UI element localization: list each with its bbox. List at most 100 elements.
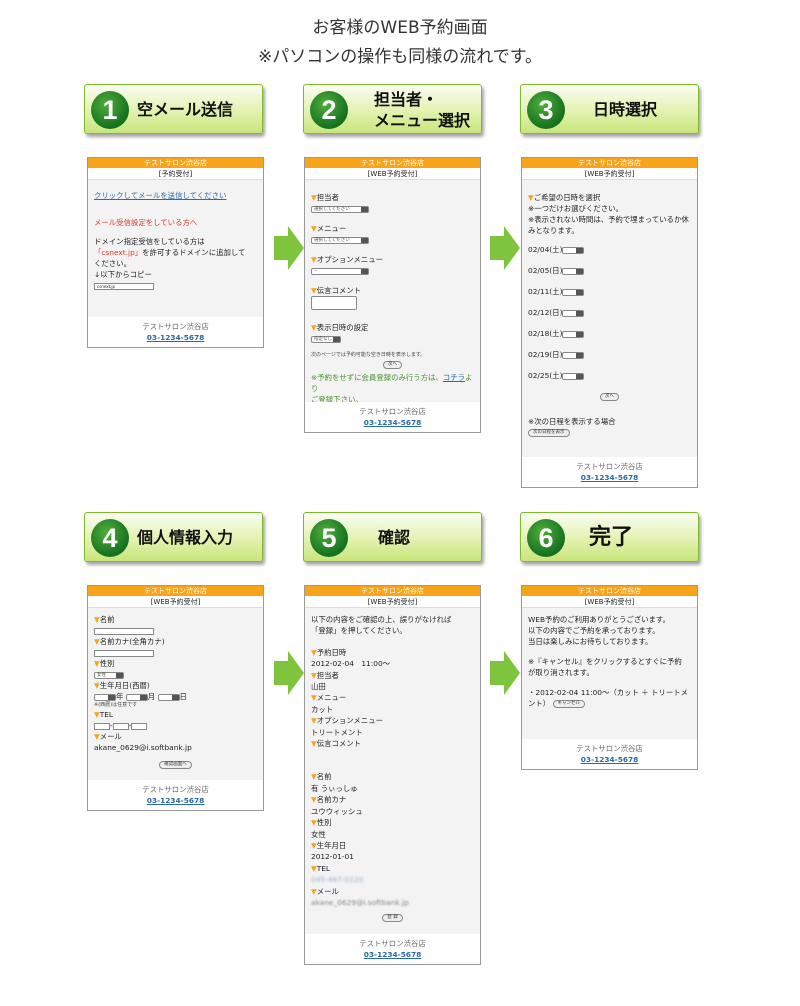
name-input[interactable] [94,627,154,635]
page-subtitle: ※パソコンの操作も同様の流れです。 [257,47,543,67]
member-link[interactable]: コチラ [443,373,465,382]
option-select[interactable]: -- [311,267,369,275]
staff-row: ▼担当者 [311,670,474,681]
confirm-button[interactable]: 確認画面へ [159,761,192,769]
staff-value: 山田 [311,682,326,692]
day-label: 日 [179,692,187,701]
shop-header: テストサロン渋谷店 [522,586,697,596]
gender-select[interactable]: 女性 [94,671,124,679]
phone-footer: テストサロン渋谷店 03-1234-5678 [522,739,697,769]
kana-input[interactable] [94,649,154,657]
datetime-row: ▼ご希望の日時を選択 [528,192,691,203]
screen-subtitle: [WEB予約受付] [522,168,697,180]
domain-text-4: ↓以下からコピー [94,270,152,279]
member-text-1: ※予約をせずに会員登録のみ行う方は、 [311,373,443,382]
date-row: 02/04(土) [528,244,691,255]
birth-day-select[interactable] [157,693,180,701]
step-number-icon: 4 [91,519,129,557]
step-title: 確認 [378,528,411,547]
cancel-note-2: が取り消されます。 [528,668,594,677]
step-title: 完了 [589,525,634,550]
kana-row: ▼名前カナ [311,794,474,805]
time-select[interactable] [562,372,585,380]
time-select[interactable] [562,309,585,317]
menu-label: メニュー [316,693,347,703]
step-number-icon: 5 [310,519,348,557]
menu-row: ▼メニュー [311,223,474,234]
footer-shop-name: テストサロン渋谷店 [359,407,426,416]
screen-subtitle: [予約受付] [88,168,263,180]
thanks-text-3: 当日は楽しみにお待ちしております。 [528,637,653,646]
footer-tel-link[interactable]: 03-1234-5678 [305,417,480,428]
footer-tel-link[interactable]: 03-1234-5678 [88,795,263,806]
comment-row: ▼伝言コメント [311,285,474,296]
arrow-right-icon [490,651,520,695]
birth-month-select[interactable] [125,693,148,701]
step-3-badge: 3 日時選択 [520,84,699,134]
display-label: 表示日時の設定 [316,323,369,332]
gender-value: 女性 [311,829,326,839]
thanks-text-1: WEB予約のご利用ありがとうございます。 [528,615,670,624]
next-button[interactable]: 次へ [600,393,619,401]
shop-header: テストサロン渋谷店 [305,586,480,596]
time-select[interactable] [562,351,585,359]
birth-note: ※(西暦)は任意です [94,702,138,708]
time-select[interactable] [562,330,585,338]
footer-tel-link[interactable]: 03-1234-5678 [522,754,697,765]
footer-shop-name: テストサロン渋谷店 [359,939,426,948]
intro-1: 以下の内容をご確認の上、誤りがなければ [311,615,452,624]
footer-tel-link[interactable]: 03-1234-5678 [305,949,480,960]
footer-shop-name: テストサロン渋谷店 [142,785,209,794]
footer-shop-name: テストサロン渋谷店 [576,744,643,753]
step-title-line1: 担当者・ [374,90,439,109]
display-select[interactable]: 指定なし [311,335,341,343]
birth-year-select[interactable] [94,693,116,701]
tel-input-2[interactable] [112,722,129,730]
time-select[interactable] [562,246,585,254]
copy-domain-field[interactable]: csnext.jp [94,282,154,290]
time-select[interactable] [562,288,585,296]
footer-tel-link[interactable]: 03-1234-5678 [88,332,263,343]
send-mail-link[interactable]: クリックしてメールを送信してください [94,190,257,201]
phone-screen-5: テストサロン渋谷店 [WEB予約受付] 以下の内容をご確認の上、誤りがなければ … [304,585,481,965]
mail-label: メール [99,732,122,741]
phone-footer: テストサロン渋谷店 03-1234-5678 [522,457,697,487]
name-row: ▼名前 [94,614,257,625]
more-dates-note: ※次の日程を表示する場合 [528,417,616,426]
domain-line: 「csnext.jp」を許可するドメインに追加して [94,247,257,258]
kana-row: ▼名前カナ(全角カナ) [94,636,257,647]
note-2: ※表示されない時間は、予約で埋まっているか休みとなります。 [528,215,689,235]
tel-input-3[interactable] [131,722,148,730]
arrow-right-icon [274,651,304,695]
tel-input-1[interactable] [94,722,110,730]
more-dates-button[interactable]: 次の日程を表示 [528,429,570,437]
shop-header: テストサロン渋谷店 [88,586,263,596]
name-value: 有 うぃっしゅ [311,783,358,793]
step-title: 個人情報入力 [137,528,234,547]
gender-row: ▼性別 [311,817,474,828]
comment-input[interactable] [311,296,357,310]
staff-select[interactable]: 選択してください [311,205,369,213]
step-number-icon: 1 [91,91,129,129]
step-4-badge: 4 個人情報入力 [84,512,263,562]
option-label: オプションメニュー [316,255,383,264]
birth-row: ▼生年月日 [311,840,474,851]
step-title: 日時選択 [593,100,658,119]
comment-row: ▼伝言コメント [311,738,474,749]
gender-row: ▼性別 [94,658,257,669]
phone-screen-6: テストサロン渋谷店 [WEB予約受付] WEB予約のご利用ありがとうございます。… [521,585,698,770]
datetime-row: ▼予約日時 [311,647,474,658]
kana-value: ユウウィッシュ [311,806,363,816]
phone-footer: テストサロン渋谷店 03-1234-5678 [305,402,480,432]
footer-shop-name: テストサロン渋谷店 [142,322,209,331]
domain-name: 「csnext.jp」 [94,248,143,257]
register-button[interactable]: 登 録 [382,914,403,923]
datetime-value: 2012-02-04 11:00～ [311,659,391,669]
next-button[interactable]: 次へ [383,361,402,369]
menu-select[interactable]: 選択してください [311,236,369,244]
cancel-button[interactable]: キャンセル [552,700,586,708]
time-select[interactable] [562,267,585,275]
mail-value[interactable]: akane_0629@i.softbank.jp [94,742,257,753]
phone-footer: テストサロン渋谷店 03-1234-5678 [88,780,263,810]
footer-tel-link[interactable]: 03-1234-5678 [522,472,697,483]
